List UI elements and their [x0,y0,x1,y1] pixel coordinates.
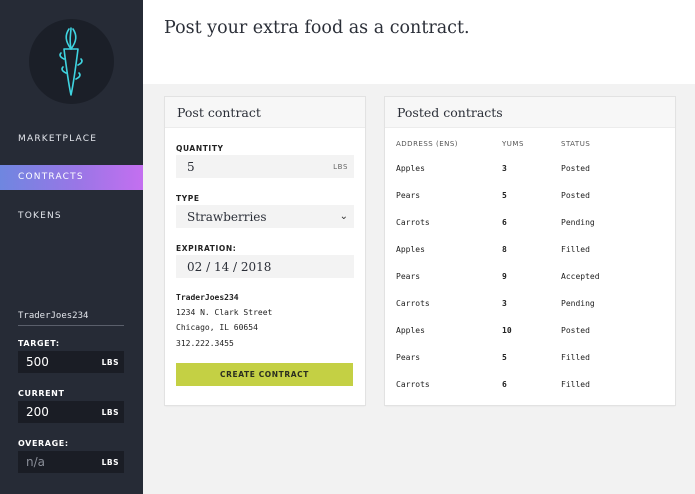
row-address: Pears [396,191,421,200]
row-status: Posted [561,191,590,200]
target-field[interactable]: 500 LBS [18,351,124,373]
quantity-label: QUANTITY [176,144,224,153]
current-value: 200 [26,405,49,419]
table-row[interactable]: Apples 10 Posted [385,326,675,353]
column-header-yums: YUMS [502,140,524,148]
row-yums: 6 [502,218,507,227]
row-address: Carrots [396,380,430,389]
row-yums: 6 [502,380,507,389]
page-title: Post your extra food as a contract. [164,18,470,38]
column-header-status: STATUS [561,140,591,148]
type-value: Strawberries [187,209,267,224]
quantity-input[interactable]: 5 LBS [176,155,354,178]
posted-contracts-card: Posted contracts ADDRESS (ENS) YUMS STAT… [385,97,675,405]
quantity-value: 5 [187,159,195,174]
row-address: Apples [396,326,425,335]
overage-unit: LBS [101,457,119,467]
page-header: Post your extra food as a contract. [143,0,695,84]
quantity-unit: LBS [333,162,348,171]
row-address: Pears [396,353,421,362]
row-status: Posted [561,164,590,173]
username: TraderJoes234 [18,311,124,326]
row-yums: 10 [502,326,512,335]
type-label: TYPE [176,194,200,203]
row-yums: 8 [502,245,507,254]
target-value: 500 [26,355,49,369]
post-contract-card: Post contract QUANTITY 5 LBS TYPE Strawb… [165,97,365,405]
carrot-logo-icon[interactable] [29,19,114,104]
sidebar: MARKETPLACE CONTRACTS TOKENS TraderJoes2… [0,0,143,494]
overage-placeholder: n/a [26,455,46,469]
table-row[interactable]: Apples 8 Filled [385,245,675,272]
row-status: Filled [561,353,590,362]
expiration-value: 02 / 14 / 2018 [187,259,272,274]
overage-field[interactable]: n/a LBS [18,451,124,473]
address-city: Chicago, IL 60654 [176,323,258,332]
target-unit: LBS [101,357,119,367]
nav-item-tokens[interactable]: TOKENS [0,204,143,229]
target-label: TARGET: [18,339,60,348]
row-yums: 5 [502,191,507,200]
address-name: TraderJoes234 [176,293,239,302]
table-row[interactable]: Pears 9 Accepted [385,272,675,299]
table-row[interactable]: Carrots 6 Filled [385,380,675,407]
address-street: 1234 N. Clark Street [176,308,273,317]
row-address: Apples [396,245,425,254]
row-address: Carrots [396,218,430,227]
column-header-address: ADDRESS (ENS) [396,140,459,148]
row-address: Pears [396,272,421,281]
row-status: Filled [561,245,590,254]
row-status: Pending [561,299,595,308]
row-status: Accepted [561,272,600,281]
expiration-date-input[interactable]: 02 / 14 / 2018 [176,255,354,278]
nav-item-contracts[interactable]: CONTRACTS [0,165,143,190]
table-row[interactable]: Carrots 6 Pending [385,218,675,245]
current-field[interactable]: 200 LBS [18,401,124,423]
expiration-label: EXPIRATION: [176,244,237,253]
table-row[interactable]: Pears 5 Posted [385,191,675,218]
type-select[interactable]: Strawberries ⌄ [176,205,354,228]
row-yums: 3 [502,164,507,173]
nav-item-marketplace[interactable]: MARKETPLACE [0,127,143,152]
row-status: Pending [561,218,595,227]
overage-label: OVERAGE: [18,439,69,448]
row-address: Apples [396,164,425,173]
row-status: Posted [561,326,590,335]
current-unit: LBS [101,407,119,417]
post-contract-title: Post contract [165,97,365,128]
create-contract-button[interactable]: CREATE CONTRACT [176,363,353,386]
row-address: Carrots [396,299,430,308]
row-status: Filled [561,380,590,389]
table-row[interactable]: Apples 3 Posted [385,164,675,191]
chevron-down-icon[interactable]: ⌄ [340,211,348,222]
row-yums: 9 [502,272,507,281]
table-row[interactable]: Pears 5 Filled [385,353,675,380]
table-row[interactable]: Carrots 3 Pending [385,299,675,326]
current-label: CURRENT [18,389,65,398]
row-yums: 5 [502,353,507,362]
posted-contracts-title: Posted contracts [385,97,675,128]
row-yums: 3 [502,299,507,308]
address-phone: 312.222.3455 [176,339,234,348]
